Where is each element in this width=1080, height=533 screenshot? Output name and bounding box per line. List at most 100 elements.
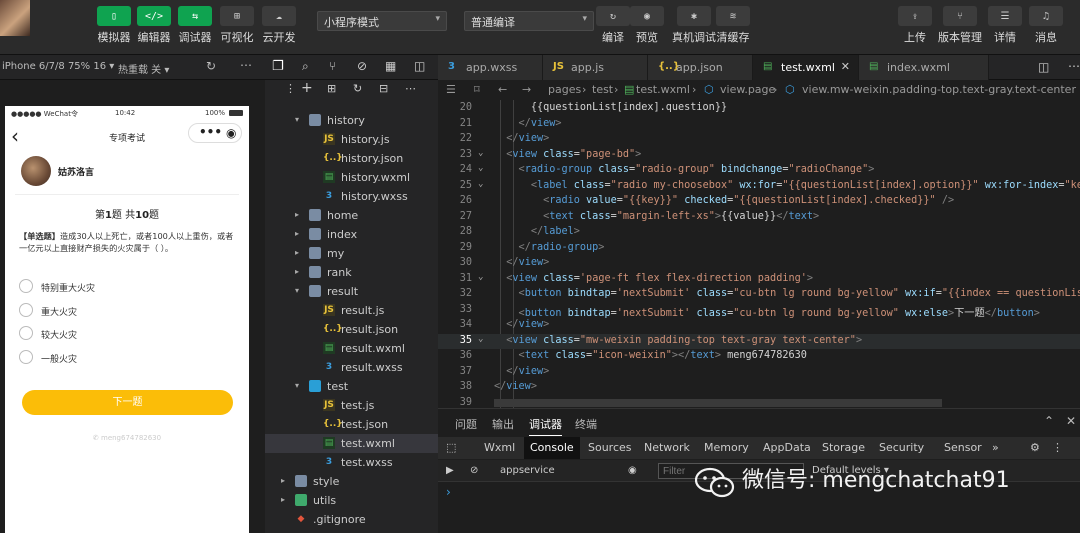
tab-index-wxml[interactable]: ▤ index.wxml: [859, 55, 989, 80]
chevron-icon[interactable]: ▾: [295, 381, 299, 390]
breadcrumb-item[interactable]: view.mw-weixin.padding-top.text-gray.tex…: [802, 83, 1076, 96]
code-line[interactable]: 26 <radio value="{{key}}" checked="{{que…: [438, 194, 1080, 210]
tree-file[interactable]: ▤ test.wxml: [265, 434, 438, 453]
tree-file[interactable]: 3 result.wxss: [265, 358, 438, 377]
debug-icon[interactable]: ⊘: [357, 59, 367, 73]
code-line[interactable]: 27 <text class="margin-left-xs">{{value}…: [438, 210, 1080, 226]
chevron-icon[interactable]: ▸: [281, 495, 285, 504]
toolbar-action-1[interactable]: ◉ 预览: [630, 6, 664, 45]
tab-test-wxml[interactable]: ▤ test.wxml ✕: [753, 55, 859, 80]
breadcrumb-item[interactable]: test.wxml: [636, 83, 690, 96]
code-line[interactable]: 20 {{questionList[index].question}}: [438, 101, 1080, 117]
hot-reload-toggle[interactable]: 热重载 关 ▾: [118, 61, 169, 76]
close-icon[interactable]: ✕: [841, 60, 850, 73]
code-line[interactable]: 36 <text class="icon-weixin"></text> men…: [438, 349, 1080, 365]
search-icon[interactable]: ⌕: [302, 59, 309, 74]
tree-folder[interactable]: ▾ history: [265, 111, 438, 130]
answer-option[interactable]: 重大火灾: [19, 302, 239, 319]
collapse-icon[interactable]: ⊟: [379, 82, 388, 95]
code-line[interactable]: 32 <button bindtap='nextSubmit' class="c…: [438, 287, 1080, 303]
devtools-tab[interactable]: Sensor: [944, 441, 982, 454]
next-question-button[interactable]: 下一题: [22, 390, 233, 415]
tree-file[interactable]: {..} test.json: [265, 415, 438, 434]
close-icon[interactable]: ✕: [1066, 414, 1076, 428]
refresh-icon[interactable]: ↻: [206, 59, 216, 73]
code-line[interactable]: 24 ⌄ <radio-group class="radio-group" bin…: [438, 163, 1080, 179]
split-editor-icon[interactable]: ◫: [1038, 60, 1049, 74]
code-editor[interactable]: 20 {{questionList[index].question}} 21 </…: [438, 100, 1080, 408]
chevron-icon[interactable]: ▾: [295, 286, 299, 295]
devtools-tab[interactable]: Security: [879, 441, 924, 454]
breadcrumb-item[interactable]: view.page: [720, 83, 775, 96]
tree-folder[interactable]: ▾ test: [265, 377, 438, 396]
more-icon[interactable]: ⋮: [1052, 441, 1063, 454]
devtools-tab[interactable]: Wxml: [484, 441, 515, 454]
new-file-icon[interactable]: +: [301, 80, 313, 96]
tab-app-json[interactable]: {..} app.json: [648, 55, 753, 80]
devtools-tab[interactable]: AppData: [763, 441, 811, 454]
devtools-tab[interactable]: Memory: [704, 441, 749, 454]
fold-chevron-icon[interactable]: ⌄: [478, 334, 483, 344]
chevron-up-icon[interactable]: ⌃: [1044, 414, 1054, 428]
breadcrumb-item[interactable]: pages: [548, 83, 581, 96]
tree-folder[interactable]: ▸ utils: [265, 491, 438, 510]
tree-file[interactable]: 3 test.wxss: [265, 453, 438, 472]
tab-app-wxss[interactable]: 3 app.wxss: [438, 55, 543, 80]
device-select[interactable]: iPhone 6/7/8 75% 16 ▾: [2, 61, 114, 72]
toolbar-action-3[interactable]: ≋ 清缓存: [716, 6, 750, 45]
gear-icon[interactable]: ⚙: [1030, 441, 1040, 454]
panel-tab[interactable]: 终端: [575, 416, 597, 432]
toolbar-action-0[interactable]: ↻ 编译: [596, 6, 630, 45]
chevron-icon[interactable]: ▸: [295, 267, 299, 276]
chevron-icon[interactable]: ▾: [295, 115, 299, 124]
toolbar-right-action-0[interactable]: ⇪ 上传: [898, 6, 932, 45]
chevron-icon[interactable]: ▸: [281, 476, 285, 485]
toolbar-toggle-2[interactable]: ⇆ 调试器: [178, 6, 212, 45]
tree-file[interactable]: JS history.js: [265, 130, 438, 149]
devtools-tab[interactable]: Sources: [588, 441, 632, 454]
more-icon[interactable]: ⋯: [240, 58, 252, 72]
tree-file[interactable]: {..} history.json: [265, 149, 438, 168]
source-control-icon[interactable]: ⑂: [329, 59, 336, 73]
code-line[interactable]: 35 ⌄ <view class="mw-weixin padding-top t…: [438, 333, 1080, 349]
close-mini-icon[interactable]: ◉: [226, 126, 236, 140]
tree-file[interactable]: {..} result.json: [265, 320, 438, 339]
code-line[interactable]: 30 </view>: [438, 256, 1080, 272]
tree-folder[interactable]: ▸ style: [265, 472, 438, 491]
tree-folder[interactable]: ▸ home: [265, 206, 438, 225]
chevron-icon[interactable]: ▸: [295, 210, 299, 219]
more-icon[interactable]: ⋯: [1068, 59, 1080, 73]
console-prompt[interactable]: ›: [446, 485, 451, 499]
code-line[interactable]: 23 ⌄ <view class="page-bd">: [438, 148, 1080, 164]
toolbar-toggle-0[interactable]: ▯ 模拟器: [97, 6, 131, 45]
tree-file[interactable]: ▤ history.wxml: [265, 168, 438, 187]
tree-file[interactable]: 3 history.wxss: [265, 187, 438, 206]
mode-select[interactable]: 小程序模式 ▾: [317, 11, 447, 31]
answer-option[interactable]: 较大火灾: [19, 326, 239, 342]
forward-icon[interactable]: →: [522, 83, 531, 96]
toolbar-button-4[interactable]: ☁ 云开发: [262, 6, 296, 45]
context-select[interactable]: appservice: [500, 465, 555, 476]
code-line[interactable]: 37 </view>: [438, 365, 1080, 381]
tree-file[interactable]: ◆ .gitignore: [265, 510, 438, 529]
panel-tab[interactable]: 输出: [492, 416, 514, 432]
code-line[interactable]: 38 </view>: [438, 380, 1080, 396]
tree-folder[interactable]: ▸ index: [265, 225, 438, 244]
horizontal-scrollbar[interactable]: [494, 399, 942, 407]
radio-icon[interactable]: [19, 279, 33, 293]
tree-folder[interactable]: ▸ rank: [265, 263, 438, 282]
code-line[interactable]: 34 </view>: [438, 318, 1080, 334]
user-avatar[interactable]: [0, 0, 30, 36]
extensions-icon[interactable]: ◫: [414, 59, 425, 73]
tree-folder[interactable]: ▸ my: [265, 244, 438, 263]
toolbar-toggle-1[interactable]: </> 编辑器: [137, 6, 171, 45]
bookmark-icon[interactable]: ⌑: [474, 83, 480, 96]
devtools-tab[interactable]: Network: [644, 441, 690, 454]
new-folder-icon[interactable]: ⊞: [327, 82, 336, 95]
inspect-icon[interactable]: ⬚: [446, 441, 456, 454]
tree-file[interactable]: JS result.js: [265, 301, 438, 320]
tab-app-js[interactable]: JS app.js: [543, 55, 648, 80]
fold-chevron-icon[interactable]: ⌄: [478, 163, 483, 173]
files-icon[interactable]: ❐: [272, 59, 284, 74]
panel-tab[interactable]: 问题: [455, 416, 477, 432]
